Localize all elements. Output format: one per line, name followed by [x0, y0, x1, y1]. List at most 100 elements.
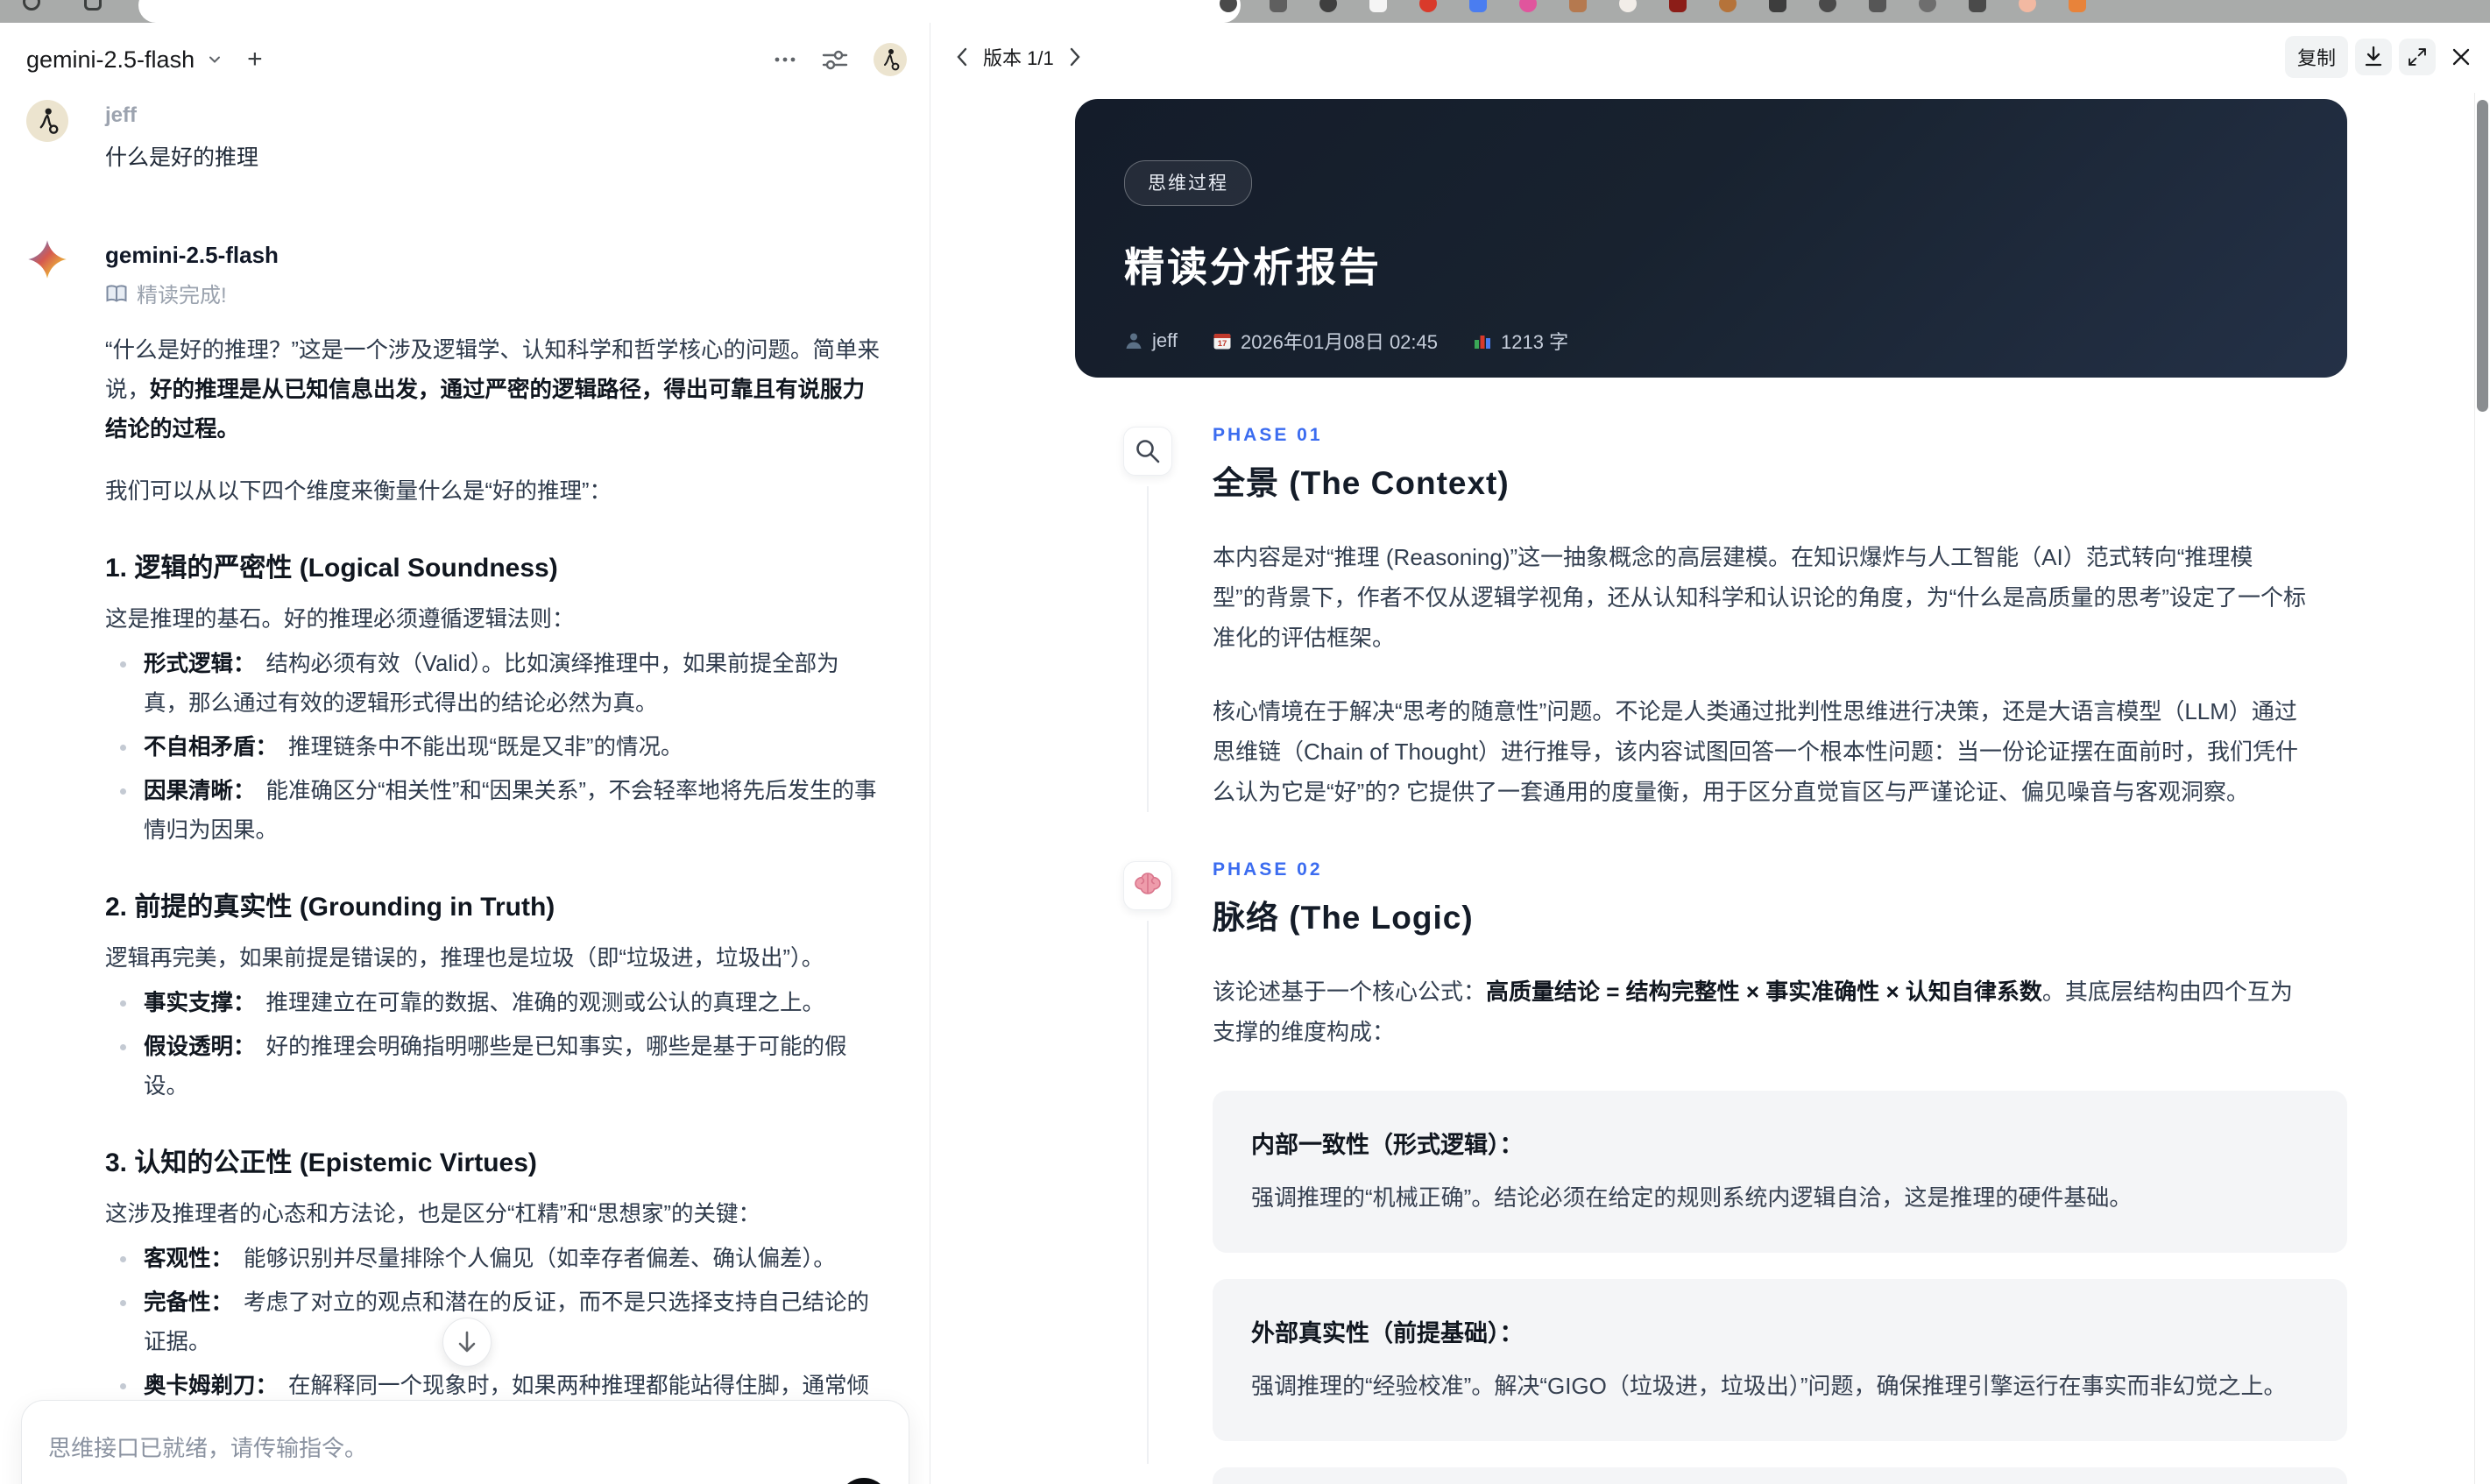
tune-settings-icon[interactable]: [821, 46, 849, 73]
extension-icon[interactable]: [1669, 0, 1687, 12]
extension-icon[interactable]: [1519, 0, 1537, 12]
meta-date: 17 2026年01月08日 02:45: [1213, 327, 1438, 355]
chat-header: gemini-2.5-flash +: [0, 23, 930, 91]
phase-paragraph: 本内容是对“推理 (Reasoning)”这一抽象概念的高层建模。在知识爆炸与人…: [1213, 544, 2306, 651]
bullet-list: 事实支撑： 推理建立在可靠的数据、准确的观测或公认的真理之上。 假设透明： 好的推理…: [105, 984, 881, 1106]
assistant-status: 精读完成!: [105, 278, 881, 308]
report-title: 精读分析报告: [1124, 244, 1382, 290]
next-version-icon[interactable]: [1068, 46, 1082, 67]
chat-scroll-area[interactable]: jeff 什么是好的推理 gemini-2.5-flash 精读完成! “什么是…: [0, 91, 930, 1484]
version-navigator: 版本 1/1: [955, 43, 1082, 71]
list-item: 假设透明： 好的推理会明确指明哪些是已知事实，哪些是基于可能的假设。: [120, 1028, 881, 1106]
extension-icon[interactable]: [1569, 0, 1587, 12]
download-icon[interactable]: [2355, 39, 2392, 75]
timeline-connector: [1147, 486, 1149, 812]
list-item: 因果清晰： 能准确区分“相关性”和“因果关系”，不会轻率地将先后发生的事情归为因果…: [120, 772, 881, 851]
assistant-markdown: “什么是好的推理？”这是一个涉及逻辑学、认知科学和哲学核心的问题。简单来说，好的…: [105, 331, 881, 1484]
conversation-title[interactable]: gemini-2.5-flash: [26, 46, 195, 74]
prev-version-icon[interactable]: [955, 46, 969, 67]
scrollbar-thumb[interactable]: [2477, 100, 2488, 412]
phase-section-2: PHASE 02 脉络 (The Logic) 该论述基于一个核心公式：高质量结…: [1075, 859, 2347, 1484]
user-avatar[interactable]: [874, 43, 907, 76]
card-body: 强调推理的“经验校准”。解决“GIGO（垃圾进，垃圾出）”问题，确保推理引擎运行…: [1251, 1373, 2287, 1399]
report-document: 思维过程 精读分析报告 jeff 17 2026年01月08日 02:45 12…: [1075, 99, 2347, 1484]
message-author: gemini-2.5-flash: [105, 242, 279, 268]
screen: gemini-2.5-flash + jeff 什么是好的推理 gemini-2…: [0, 0, 2490, 1484]
section-heading-2: 2. 前提的真实性 (Grounding in Truth): [105, 893, 555, 922]
browser-apps-icon[interactable]: [84, 0, 102, 11]
dimension-card: 外部真实性（前提基础）： 强调推理的“经验校准”。解决“GIGO（垃圾进，垃圾出…: [1213, 1279, 2347, 1441]
extension-icon[interactable]: [1619, 0, 1637, 12]
chevron-down-icon[interactable]: [207, 52, 223, 67]
fullscreen-icon[interactable]: [2399, 39, 2436, 75]
section-heading-3: 3. 认知的公正性 (Epistemic Virtues): [105, 1148, 537, 1177]
status-text: 精读完成!: [137, 284, 227, 307]
extension-icon[interactable]: [1369, 0, 1387, 12]
report-badge: 思维过程: [1124, 160, 1252, 206]
extension-icon[interactable]: [1270, 0, 1287, 12]
dimension-card: 内部一致性（形式逻辑）： 强调推理的“机械正确”。结论必须在给定的规则系统内逻辑…: [1213, 1091, 2347, 1253]
extension-icon[interactable]: [1319, 0, 1337, 12]
message-text: 什么是好的推理: [105, 145, 259, 170]
composer[interactable]: 思维接口已就绪，请传输指令。: [21, 1400, 909, 1484]
browser-chrome: [0, 0, 2490, 23]
phase-paragraph: 该论述基于一个核心公式：高质量结论 = 结构完整性 × 事实准确性 × 认知自律…: [1213, 979, 2293, 1045]
extension-icon[interactable]: [1419, 0, 1437, 12]
extension-icon[interactable]: [1819, 0, 1836, 12]
report-header: 版本 1/1 复制: [955, 33, 2479, 81]
scrollbar-track[interactable]: [2474, 93, 2490, 1484]
section-lead: 这涉及推理者的心态和方法论，也是区分“杠精”和“思想家”的关键：: [105, 1202, 760, 1226]
phase-title: 全景 (The Context): [1213, 465, 1510, 501]
version-label: 版本 1/1: [983, 47, 1054, 69]
assistant-message: gemini-2.5-flash 精读完成! “什么是好的推理？”这是一个涉及逻…: [26, 238, 881, 1484]
phase-label: PHASE 01: [1213, 425, 1323, 445]
phase-title: 脉络 (The Logic): [1213, 900, 1474, 936]
card-body: 强调推理的“机械正确”。结论必须在给定的规则系统内逻辑自洽，这是推理的硬件基础。: [1251, 1184, 2133, 1211]
section-lead: 这是推理的基石。好的推理必须遵循逻辑法则：: [105, 607, 575, 632]
extension-icon[interactable]: [1469, 0, 1487, 12]
extension-icon[interactable]: [1220, 0, 1237, 12]
list-item: 形式逻辑： 结构必须有效（Valid）。比如演绎推理中，如果前提全部为真，那么通过…: [120, 645, 881, 724]
book-icon: [105, 284, 128, 303]
browser-url-bar[interactable]: [138, 0, 1241, 23]
scroll-to-bottom-button[interactable]: [442, 1318, 492, 1367]
more-options-icon[interactable]: [774, 56, 796, 63]
report-meta: jeff 17 2026年01月08日 02:45 1213 字: [1124, 327, 2298, 355]
card-title: 内部一致性（形式逻辑）：: [1251, 1132, 1524, 1158]
calendar-icon: 17: [1213, 331, 1232, 350]
user-message: jeff 什么是好的推理: [26, 100, 881, 172]
extension-icon[interactable]: [1869, 0, 1886, 12]
browser-reload-icon[interactable]: [23, 0, 40, 11]
phase-label: PHASE 02: [1213, 859, 1323, 880]
browser-extensions[interactable]: [1220, 0, 2086, 12]
close-icon[interactable]: [2443, 39, 2479, 75]
extension-icon[interactable]: [1769, 0, 1786, 12]
extension-icon[interactable]: [1919, 0, 1936, 12]
svg-text:17: 17: [1218, 339, 1227, 349]
meta-word-count: 1213 字: [1473, 327, 1568, 355]
bullet-list: 形式逻辑： 结构必须有效（Valid）。比如演绎推理中，如果前提全部为真，那么通过…: [105, 645, 881, 851]
magnifier-icon: [1123, 427, 1172, 476]
copy-button[interactable]: 复制: [2284, 36, 2348, 78]
dimension-card: 主体伦理（认识美德）： 转向推理者的心理特征。引入奥卡姆剃刀和反向论证，旨在克服…: [1213, 1467, 2347, 1484]
extension-icon[interactable]: [1969, 0, 1986, 12]
phase-paragraph: 核心情境在于解决“思考的随意性”问题。不论是人类通过批判性思维进行决策，还是大语…: [1213, 698, 2299, 805]
section-heading-1: 1. 逻辑的严密性 (Logical Soundness): [105, 554, 558, 583]
extension-icon[interactable]: [2069, 0, 2086, 12]
extension-icon[interactable]: [2019, 0, 2036, 12]
dimension-cards: 内部一致性（形式逻辑）： 强调推理的“机械正确”。结论必须在给定的规则系统内逻辑…: [1213, 1091, 2347, 1484]
intro-paragraph: “什么是好的推理？”这是一个涉及逻辑学、认知科学和哲学核心的问题。简单来说，好的…: [105, 338, 880, 442]
report-hero-card: 思维过程 精读分析报告 jeff 17 2026年01月08日 02:45 12…: [1075, 99, 2347, 378]
composer-placeholder: 思维接口已就绪，请传输指令。: [48, 1435, 368, 1461]
brain-icon: [1123, 861, 1172, 910]
report-panel: 版本 1/1 复制 思维过程 精读分析报告 jeff 17 2026年01月08…: [930, 23, 2490, 1484]
list-item: 完备性： 考虑了对立的观点和潜在的反证，而不是只选择支持自己结论的证据。: [120, 1283, 881, 1362]
list-item: 事实支撑： 推理建立在可靠的数据、准确的观测或公认的真理之上。: [120, 984, 881, 1023]
new-chat-button[interactable]: +: [247, 46, 263, 73]
list-item: 客观性： 能够识别并尽量排除个人偏见（如幸存者偏差、确认偏差）。: [120, 1240, 881, 1279]
intro-paragraph-2: 我们可以从以下四个维度来衡量什么是“好的推理”：: [105, 479, 612, 504]
meta-author: jeff: [1124, 329, 1178, 352]
user-avatar: [26, 100, 68, 142]
extension-icon[interactable]: [1719, 0, 1737, 12]
voice-input-button[interactable]: [838, 1478, 889, 1484]
